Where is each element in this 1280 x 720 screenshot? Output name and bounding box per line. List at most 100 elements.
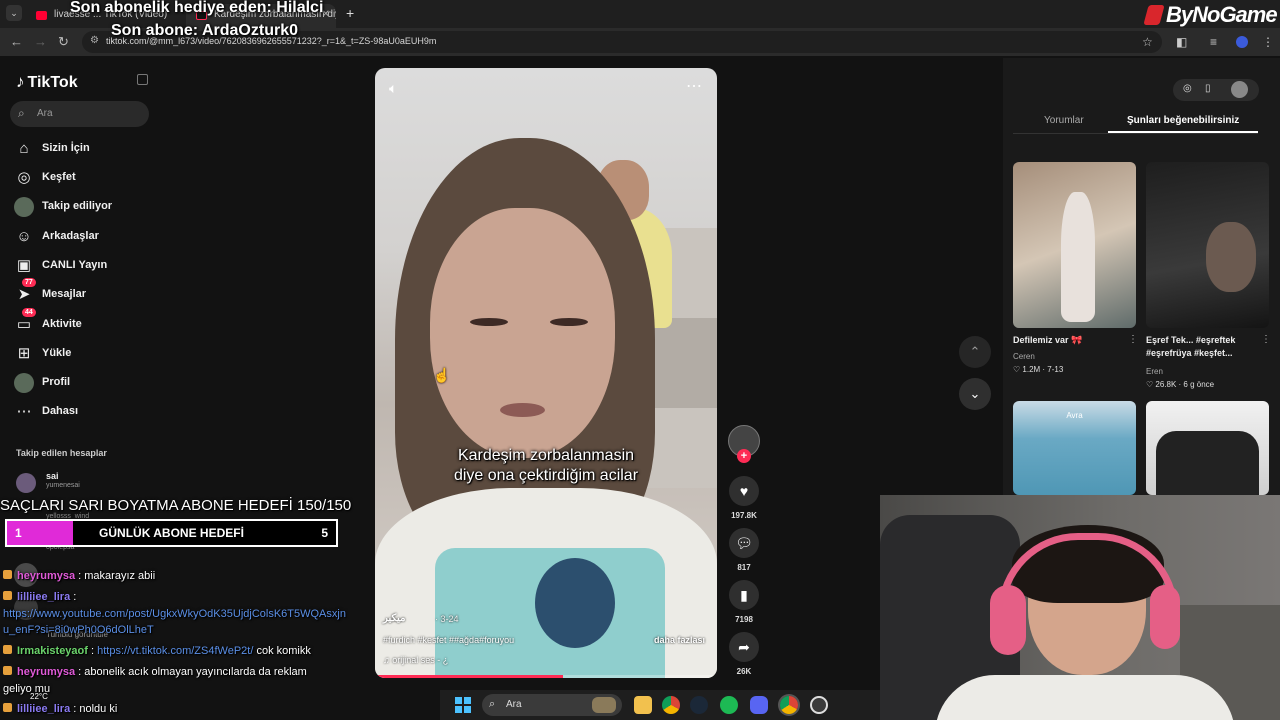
new-tab-button[interactable]: + bbox=[346, 5, 354, 21]
goal-label: GÜNLÜK ABONE HEDEFİ bbox=[99, 526, 244, 540]
more-dots-icon: ⋯ bbox=[16, 403, 32, 420]
profile-avatar-icon[interactable] bbox=[1236, 36, 1248, 48]
sidebar-item-label: Takip ediliyor bbox=[42, 200, 113, 212]
chat-link[interactable]: u_enF?si=8i0wPh0O6dOlLheT bbox=[3, 624, 154, 636]
headphone-cup bbox=[1150, 585, 1180, 649]
see-more-link[interactable]: daha fazlası bbox=[654, 635, 705, 645]
comment-icon[interactable]: 💬︎ bbox=[729, 528, 759, 558]
goal-end-value: 5 bbox=[321, 526, 328, 540]
home-icon: ⌂ bbox=[19, 140, 29, 157]
discord-icon[interactable] bbox=[750, 696, 768, 714]
profile-avatar-icon: ● bbox=[14, 373, 34, 393]
sidebar-item-label: Yükle bbox=[42, 347, 72, 359]
friends-icon: ☺ bbox=[16, 228, 32, 245]
share-arrow-icon[interactable]: ➦ bbox=[729, 632, 759, 662]
next-video-chevron-down-icon[interactable]: ⌄ bbox=[959, 378, 991, 410]
like-heart-icon[interactable]: ♥ bbox=[729, 476, 759, 506]
avatar-icon: ● bbox=[14, 197, 34, 217]
media-controls-icon[interactable]: ≡ bbox=[1210, 35, 1217, 49]
chat-message: lilliiee_lira : noldu ki bbox=[3, 701, 117, 717]
sidebar-item[interactable]: ◎ Keşfet bbox=[14, 167, 164, 189]
more-options-icon[interactable]: ⋯ bbox=[686, 76, 703, 96]
account-handle: yumenesai bbox=[46, 482, 80, 489]
spotify-icon[interactable] bbox=[720, 696, 738, 714]
obs-icon[interactable] bbox=[810, 696, 828, 714]
video-player[interactable]: 🔈︎ ⋯ Kardeşim zorbalanmasin diye ona çek… bbox=[375, 68, 717, 678]
profile-avatar-icon[interactable] bbox=[1231, 81, 1248, 98]
suggested-video-thumbnail[interactable] bbox=[1146, 162, 1269, 328]
chat-username: lilliiee_lira bbox=[17, 591, 71, 603]
collapse-sidebar-icon[interactable] bbox=[137, 74, 148, 85]
follow-plus-button[interactable]: + bbox=[737, 449, 751, 463]
suggested-video-title[interactable]: Defilemiz var 🎀 bbox=[1013, 334, 1123, 347]
tab-suggestions[interactable]: Şunları beğenebilirsiniz bbox=[1127, 115, 1239, 126]
tab-comments[interactable]: Yorumlar bbox=[1044, 115, 1084, 126]
video-author[interactable]: میکیر bbox=[383, 613, 405, 624]
comment-count: 817 bbox=[737, 563, 751, 572]
suggested-video-thumbnail[interactable] bbox=[1013, 162, 1136, 328]
thumbnail-figure bbox=[1206, 222, 1256, 292]
forward-arrow-icon[interactable]: → bbox=[34, 34, 47, 49]
sidebar-item[interactable]: ▣ CANLI Yayın bbox=[14, 255, 164, 277]
browser-menu-icon[interactable]: ⋮ bbox=[1262, 35, 1274, 49]
extensions-icon[interactable]: ◧ bbox=[1176, 35, 1187, 49]
sidebar-item[interactable]: ⊞ Yükle bbox=[14, 343, 164, 365]
sidebar-item[interactable]: ⋯ Dahası bbox=[14, 401, 164, 423]
suggested-video-thumbnail[interactable] bbox=[1146, 401, 1269, 495]
windows-start-icon[interactable] bbox=[455, 697, 471, 713]
steam-icon[interactable] bbox=[690, 696, 708, 714]
suggested-video-thumbnail[interactable]: Avra bbox=[1013, 401, 1136, 495]
video-progress-bar[interactable] bbox=[375, 675, 717, 678]
save-count: 7198 bbox=[735, 615, 753, 624]
followed-account-item[interactable]: sai yumenesai bbox=[16, 471, 166, 495]
bookmark-star-icon[interactable]: ☆ bbox=[1142, 35, 1153, 49]
back-arrow-icon[interactable]: ← bbox=[10, 34, 23, 49]
tiktok-logo[interactable]: ♪ TikTok bbox=[16, 72, 78, 92]
thumbnail-figure bbox=[1156, 431, 1259, 495]
sidebar-item[interactable]: ● Profil bbox=[14, 372, 164, 394]
chat-link[interactable]: https://www.youtube.com/post/UgkxWkyOdK3… bbox=[3, 608, 346, 620]
reload-icon[interactable]: ↻ bbox=[58, 34, 69, 50]
sidebar-item[interactable]: ➤ 77 Mesajlar bbox=[14, 278, 164, 306]
chat-username: heyrumysa bbox=[17, 666, 76, 678]
more-options-icon[interactable]: ⋮ bbox=[1261, 334, 1271, 345]
active-tab-indicator bbox=[1108, 131, 1258, 133]
chat-message: lilliiee_lira : bbox=[3, 589, 76, 605]
suggested-video-author[interactable]: Ceren bbox=[1013, 352, 1035, 361]
sidebar-item-label: CANLI Yayın bbox=[42, 259, 108, 271]
taskbar-search-input[interactable]: ⌕ Ara bbox=[482, 694, 622, 716]
video-shirt-print bbox=[535, 558, 615, 648]
chrome-active-icon[interactable] bbox=[780, 696, 798, 714]
video-hashtags[interactable]: #furdich #kesfet ##ağda#foruyou bbox=[383, 635, 514, 645]
chat-username: lilliiee_lira bbox=[17, 703, 71, 715]
sidebar-item[interactable]: ☺ Arkadaşlar bbox=[14, 226, 164, 248]
bookmark-icon[interactable]: ▮ bbox=[729, 580, 759, 610]
weather-widget[interactable]: 22°C bbox=[30, 692, 48, 701]
chrome-icon[interactable] bbox=[662, 696, 680, 714]
subscriber-badge-icon bbox=[3, 645, 12, 654]
search-input[interactable]: ⌕ Ara bbox=[10, 101, 149, 127]
video-subject-mouth bbox=[500, 403, 545, 417]
thumbnail-figure bbox=[1061, 192, 1095, 322]
file-explorer-icon[interactable] bbox=[634, 696, 652, 714]
subscriber-badge-icon bbox=[3, 591, 12, 600]
site-info-icon[interactable]: ⚙ bbox=[90, 35, 99, 46]
more-options-icon[interactable]: ⋮ bbox=[1128, 334, 1138, 345]
sidebar-item[interactable]: ● Takip ediliyor bbox=[14, 196, 164, 218]
suggested-video-author[interactable]: Eren bbox=[1146, 367, 1163, 376]
sidebar-item[interactable]: ⌂ Sizin İçin bbox=[14, 138, 164, 160]
screen: ⌄ livaesse ... TikTok (Video) Kardeşim z… bbox=[0, 0, 1280, 720]
volume-icon[interactable]: 🔈︎ bbox=[389, 80, 397, 97]
video-sound-link[interactable]: ♫ orijinal ses - ¿ bbox=[383, 655, 448, 665]
phone-icon[interactable]: ▯ bbox=[1205, 83, 1211, 94]
compass-icon[interactable]: ◎ bbox=[1183, 83, 1192, 94]
suggested-video-title[interactable]: Eşref Tek... #eşreftek #eşrefrüya #keşfe… bbox=[1146, 334, 1258, 360]
sidebar-item-label: Profil bbox=[42, 376, 71, 388]
chat-link[interactable]: https://vt.tiktok.com/ZS4fWeP2t/ bbox=[97, 645, 253, 657]
last-sub-overlay: Son abone: ArdaOzturk0 bbox=[111, 22, 298, 39]
tab-search-dropdown-icon[interactable]: ⌄ bbox=[6, 5, 22, 21]
previous-video-chevron-up-icon[interactable]: ⌃ bbox=[959, 336, 991, 368]
suggested-video-stats: ♡ 26.8K · 6 g önce bbox=[1146, 380, 1215, 389]
sidebar-item[interactable]: ▭ 44 Aktivite bbox=[14, 308, 164, 336]
video-subject-eye bbox=[470, 318, 508, 326]
